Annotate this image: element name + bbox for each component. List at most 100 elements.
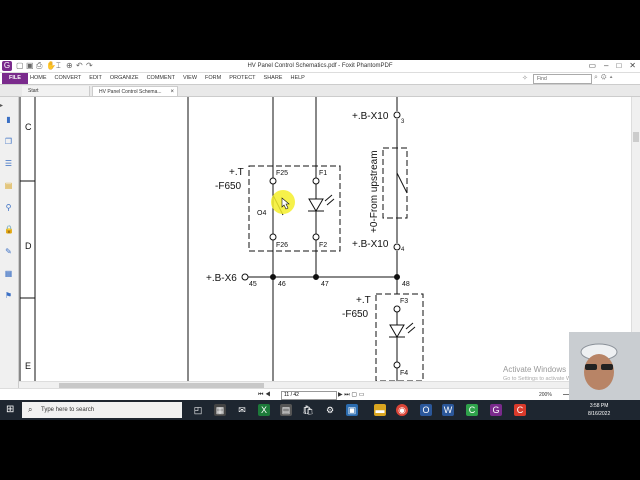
- navigation-panel: ▸ ▮ ❐ ☰ ▤ ⚲ 🔒 ✎ ▦ ⚑: [0, 97, 19, 391]
- content-icon[interactable]: ▦: [4, 269, 13, 278]
- recorder-icon[interactable]: C: [514, 404, 526, 416]
- terminal-x6: +.B-X6: [206, 273, 237, 284]
- foxit-taskbar-icon[interactable]: G: [490, 404, 502, 416]
- terminal-x10-bottom-pin: 4: [401, 247, 405, 253]
- from-upstream-label: +0-From upstream: [369, 150, 380, 233]
- menu-home[interactable]: HOME: [30, 73, 47, 84]
- pin-f1: F1: [319, 170, 327, 177]
- menu-protect[interactable]: PROTECT: [229, 73, 255, 84]
- ribbon-display-icon[interactable]: ▭: [588, 61, 596, 70]
- search-icon: ⌕: [28, 405, 33, 414]
- camtasia-icon[interactable]: C: [466, 404, 478, 416]
- menu-help[interactable]: HELP: [290, 73, 304, 84]
- page-number-input[interactable]: 11 / 42: [281, 391, 337, 400]
- title-bar: G ▢ ▣ ⎙ ✋ ⌶ ⊕ ↶ ↷ HV Panel Control Schem…: [0, 60, 640, 73]
- menu-share[interactable]: SHARE: [264, 73, 283, 84]
- pin-f25: F25: [276, 170, 288, 177]
- device-t-label-2: +.T: [356, 295, 371, 306]
- ribbon-menu: HOME CONVERT EDIT ORGANIZE COMMENT VIEW …: [30, 73, 313, 84]
- row-label-e: E: [25, 361, 31, 371]
- photos-icon[interactable]: ▣: [346, 404, 358, 416]
- page-navigation-next: ▶ ⏭ ▢ ▭: [338, 390, 364, 400]
- activate-windows-title: Activate Windows: [503, 365, 567, 374]
- store-icon[interactable]: 🛍: [302, 404, 314, 416]
- tab-close-icon[interactable]: ×: [170, 87, 174, 97]
- menu-organize[interactable]: ORGANIZE: [110, 73, 139, 84]
- tab-start[interactable]: Start: [22, 86, 90, 96]
- settings-icon[interactable]: ⚙: [324, 404, 336, 416]
- row-label-d: D: [25, 241, 32, 251]
- windows-start-icon[interactable]: ⊞: [6, 405, 14, 415]
- maximize-icon[interactable]: □: [616, 61, 621, 70]
- node-45: 45: [249, 281, 257, 288]
- pin-f26: F26: [276, 242, 288, 249]
- terminal-x10-top: +.B-X10: [352, 111, 389, 122]
- fit-width-icon[interactable]: ▭: [359, 392, 365, 398]
- device-f650-label-2: -F650: [342, 309, 369, 320]
- calculator-icon[interactable]: ▦: [214, 404, 226, 416]
- tab-document-label: HV Panel Control Schema...: [99, 89, 162, 95]
- first-page-icon[interactable]: ⏮: [258, 392, 263, 398]
- menu-view[interactable]: VIEW: [183, 73, 197, 84]
- vertical-scroll-thumb[interactable]: [633, 132, 639, 142]
- next-page-icon[interactable]: ▶: [338, 392, 343, 398]
- lightbulb-icon[interactable]: ✧: [522, 74, 528, 82]
- security-icon[interactable]: 🔒: [4, 225, 14, 234]
- window-title: HV Panel Control Schematics.pdf - Foxit …: [247, 63, 393, 69]
- row-label-c: C: [25, 122, 32, 132]
- device-f650-label-1: -F650: [215, 181, 242, 192]
- schematic-drawing: C D E +.B-X10 3 +.B-X10 4 +0-From upstre…: [19, 97, 424, 382]
- excel-icon[interactable]: X: [258, 404, 270, 416]
- file-menu-button[interactable]: FILE: [2, 73, 28, 84]
- file-explorer-icon[interactable]: ▤: [280, 404, 292, 416]
- ribbon: FILE HOME CONVERT EDIT ORGANIZE COMMENT …: [0, 73, 640, 85]
- pin-f4: F4: [400, 370, 408, 377]
- comments-icon[interactable]: ▤: [4, 181, 13, 190]
- close-icon[interactable]: ✕: [629, 61, 636, 70]
- bookmarks-icon[interactable]: ▮: [4, 115, 13, 124]
- zoom-level[interactable]: 200%: [539, 390, 552, 400]
- screen: G ▢ ▣ ⎙ ✋ ⌶ ⊕ ↶ ↷ HV Panel Control Schem…: [0, 60, 640, 420]
- chrome-icon[interactable]: ◉: [396, 404, 408, 416]
- system-clock[interactable]: 3:58 PM 8/16/2022: [588, 402, 610, 418]
- terminal-x10-top-pin: 3: [401, 119, 405, 125]
- taskbar-search-placeholder: Type here to search: [41, 407, 95, 413]
- clock-date: 8/16/2022: [588, 411, 611, 417]
- mail-icon[interactable]: ✉: [236, 404, 248, 416]
- task-view-icon[interactable]: ◰: [192, 404, 204, 416]
- last-page-icon[interactable]: ⏭: [344, 392, 349, 398]
- tab-document[interactable]: HV Panel Control Schema... ×: [92, 86, 178, 96]
- find-input[interactable]: Find: [533, 74, 592, 84]
- menu-comment[interactable]: COMMENT: [147, 73, 175, 84]
- menu-convert[interactable]: CONVERT: [55, 73, 82, 84]
- pages-icon[interactable]: ❐: [4, 137, 13, 146]
- node-47: 47: [321, 281, 329, 288]
- node-46: 46: [278, 281, 286, 288]
- ribbon-tools-icons[interactable]: ⌕⚙▴: [594, 74, 616, 82]
- word-icon[interactable]: W: [442, 404, 454, 416]
- window-controls: ▭ – □ ✕: [580, 60, 636, 72]
- prev-page-icon[interactable]: ◀: [265, 392, 270, 398]
- fit-page-icon[interactable]: ▢: [351, 392, 357, 398]
- attachments-icon[interactable]: ⚲: [4, 203, 13, 212]
- taskbar-search[interactable]: ⌕ Type here to search: [22, 402, 182, 418]
- outlook-icon[interactable]: O: [420, 404, 432, 416]
- minimize-icon[interactable]: –: [604, 61, 608, 70]
- signatures-icon[interactable]: ✎: [4, 247, 13, 256]
- taskbar: ⊞ ⌕ Type here to search ◰ ▦ ✉ X ▤ 🛍 ⚙ ▣ …: [0, 400, 640, 420]
- document-page[interactable]: C D E +.B-X10 3 +.B-X10 4 +0-From upstre…: [19, 97, 629, 382]
- page-navigation: ⏮ ◀: [258, 390, 270, 400]
- document-tabs: Start HV Panel Control Schema... ×: [0, 85, 640, 97]
- folder-icon[interactable]: ▬: [374, 404, 386, 416]
- contact-o4: O4: [257, 210, 266, 217]
- layers-icon[interactable]: ☰: [4, 159, 13, 168]
- pin-f2: F2: [319, 242, 327, 249]
- device-t-label-1: +.T: [229, 167, 244, 178]
- node-48: 48: [402, 281, 410, 288]
- menu-edit[interactable]: EDIT: [89, 73, 102, 84]
- expand-panel-icon[interactable]: ▸: [0, 102, 3, 109]
- destinations-icon[interactable]: ⚑: [4, 291, 13, 300]
- clock-time: 3:58 PM: [589, 403, 609, 409]
- menu-form[interactable]: FORM: [205, 73, 221, 84]
- pin-f3: F3: [400, 298, 408, 305]
